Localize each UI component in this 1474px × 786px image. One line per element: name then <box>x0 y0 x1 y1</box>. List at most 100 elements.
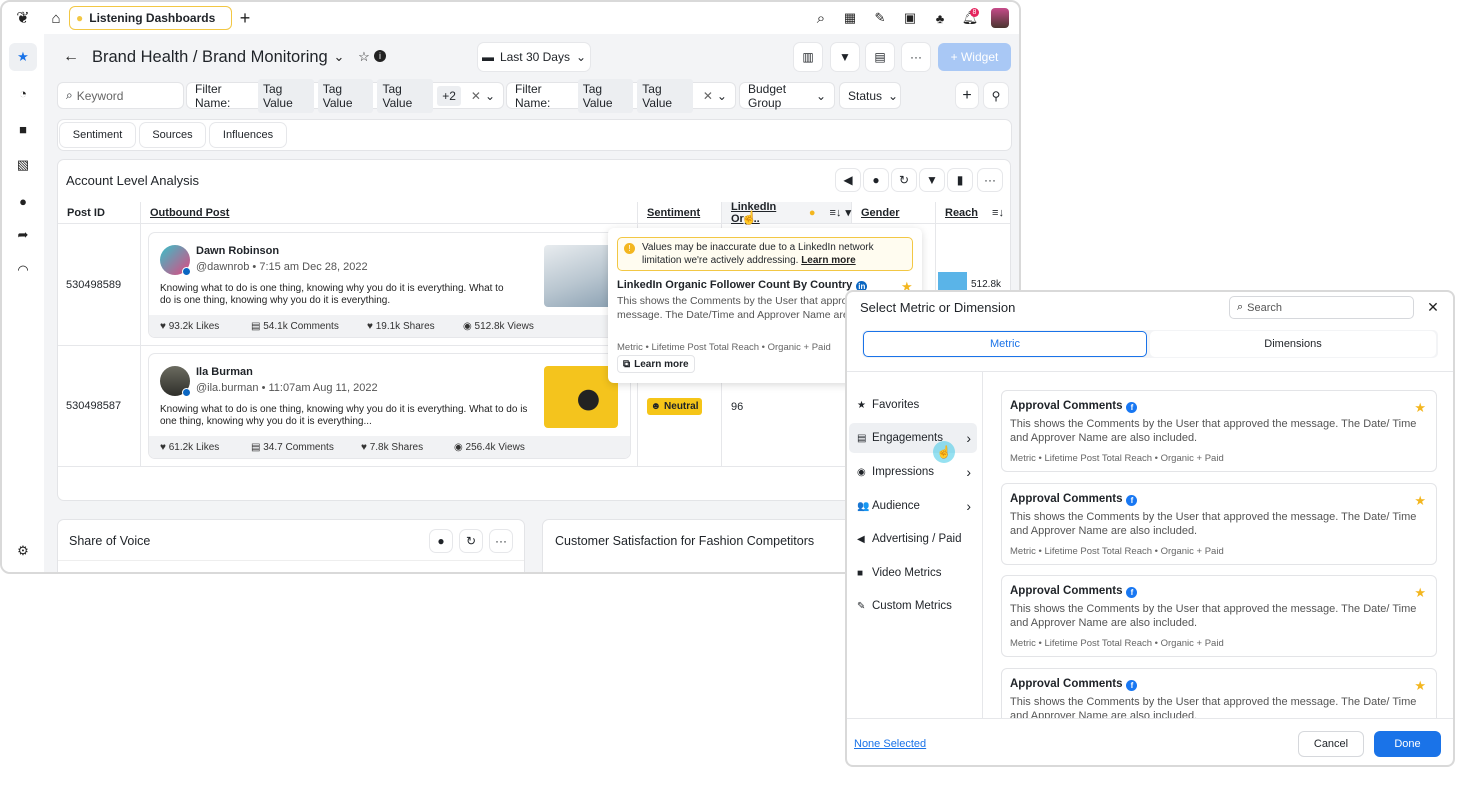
tab-sources[interactable]: Sources <box>140 123 205 147</box>
search-icon[interactable]: ⌕ <box>811 8 831 28</box>
more-options-button[interactable]: ··· <box>902 43 930 71</box>
modal-search-input[interactable]: ⌕ Search <box>1229 296 1414 319</box>
warning-learn-more-link[interactable]: Learn more <box>801 255 855 266</box>
warning-icon: ! <box>624 243 635 254</box>
filter-chip: Tag Value <box>317 78 374 113</box>
filter-more-chip: +2 <box>437 85 461 106</box>
shares-stat: ♥ 19.1k Shares <box>367 320 435 332</box>
tabs-bar: Sentiment Sources Influences <box>58 120 1011 150</box>
tab-metric[interactable]: Metric <box>863 331 1147 357</box>
megaphone-icon[interactable]: ◀ <box>836 169 860 191</box>
back-arrow-icon[interactable]: ← <box>62 47 80 67</box>
metric-card[interactable]: Approval Comments f ★ This shows the Commen… <box>1001 667 1437 718</box>
refresh-icon[interactable]: ↻ <box>892 169 916 191</box>
facebook-icon: f <box>1126 402 1138 413</box>
caret-down-icon[interactable]: ▾ <box>845 206 851 219</box>
comment-button[interactable]: ▤ <box>866 43 894 71</box>
title-chevron-down-icon[interactable]: ⌄ <box>332 48 346 66</box>
sidebar-gauge-icon[interactable]: ◠ <box>9 258 37 282</box>
clear-icon[interactable]: ✕ <box>703 89 713 103</box>
tab-dimensions[interactable]: Dimensions <box>1150 331 1436 357</box>
add-tab-icon[interactable]: + <box>235 7 255 29</box>
metric-card[interactable]: Approval Comments f ★ This shows the Commen… <box>1001 575 1437 657</box>
sidebar-timer-icon[interactable]: ◔ <box>9 81 37 105</box>
insight-bulb-icon[interactable]: ● <box>864 169 888 191</box>
metric-title-text: Approval Comments <box>1010 400 1123 412</box>
likes-stat: ♥ 93.2k Likes <box>160 320 220 332</box>
none-selected-link[interactable]: None Selected <box>854 738 926 750</box>
sidebar-star-icon[interactable]: ★ <box>9 43 37 71</box>
filter-button[interactable]: ▼ <box>831 43 859 71</box>
metric-title: Approval Comments f <box>1010 678 1428 691</box>
metric-description: This shows the Comments by the User that… <box>1010 603 1417 629</box>
divider <box>847 718 1453 719</box>
apps-grid-icon[interactable]: ▦ <box>840 8 860 28</box>
close-icon[interactable]: ✕ <box>1424 298 1442 316</box>
status-label: Status <box>848 88 883 103</box>
column-label: Outbound Post <box>150 206 230 219</box>
tab-label: Listening Dashboards <box>89 11 216 25</box>
filter-1[interactable]: Filter Name: Tag Value Tag Value Tag Value… <box>187 78 503 113</box>
column-sentiment[interactable]: Sentiment <box>638 202 722 224</box>
cancel-button[interactable]: Cancel <box>1298 731 1364 757</box>
sort-icon[interactable]: ≡↓ <box>830 207 842 219</box>
metric-title: Approval Comments f <box>1010 400 1428 413</box>
tooltip-title: LinkedIn Organic Follower Count By Count… <box>617 279 868 292</box>
favorite-star-icon[interactable]: ★ <box>1414 400 1426 416</box>
tab-sentiment[interactable]: Sentiment <box>60 123 135 147</box>
post-text: Knowing what to do is one thing, knowing… <box>160 283 504 306</box>
chevron-down-icon[interactable]: ⌄ <box>485 89 495 103</box>
metric-title: Approval Comments f <box>1010 493 1428 506</box>
clear-icon[interactable]: ✕ <box>471 89 481 103</box>
more-icon[interactable]: ··· <box>978 169 1002 191</box>
favorite-star-icon[interactable]: ★ <box>1414 678 1426 694</box>
home-icon[interactable]: ⌂ <box>46 8 66 28</box>
done-button[interactable]: Done <box>1374 731 1441 757</box>
chart-type-icon[interactable]: ▮ <box>948 169 972 191</box>
add-widget-button[interactable]: + Widget <box>938 43 1011 71</box>
post-image <box>544 245 618 307</box>
filter-2[interactable]: Filter Name: Tag Value Tag Value ✕ ⌄ <box>507 78 735 113</box>
facebook-icon: f <box>1126 679 1138 691</box>
column-outbound-post[interactable]: Outbound Post <box>141 202 638 224</box>
team-icon[interactable]: ♣ <box>930 8 950 28</box>
layout-button[interactable]: ▥ <box>794 43 822 71</box>
add-filter-button[interactable]: + <box>956 83 978 108</box>
sidebar-user-icon[interactable]: ● <box>9 189 37 213</box>
favorite-star-icon[interactable]: ★ <box>1414 493 1426 509</box>
keyword-search-input[interactable]: ⌕ Keyword <box>58 83 183 108</box>
favorite-star-icon[interactable]: ★ <box>1414 585 1426 601</box>
date-range-button[interactable]: ▬ Last 30 Days ⌄ <box>478 43 590 71</box>
facebook-icon: f <box>1126 494 1138 506</box>
sidebar-folder-icon[interactable]: ■ <box>9 117 37 141</box>
status-dropdown[interactable]: Status ⌄ <box>840 83 900 108</box>
sidebar-chart-icon[interactable]: ▧ <box>9 153 37 177</box>
chevron-down-icon[interactable]: ⌄ <box>717 89 727 103</box>
info-icon[interactable]: i <box>374 50 386 62</box>
post-card[interactable]: Dawn Robinson @dawnrob • 7:15 am Dec 28,… <box>149 233 630 337</box>
budget-group-dropdown[interactable]: Budget Group ⌄ <box>740 82 834 110</box>
tab-influences[interactable]: Influences <box>210 123 286 147</box>
clean-filter-button[interactable]: ⚲ <box>984 83 1008 108</box>
column-post-id[interactable]: Post ID <box>58 202 141 224</box>
calendar-icon[interactable]: ▣ <box>900 8 920 28</box>
column-label: Post ID <box>67 206 105 219</box>
metric-card[interactable]: Approval Comments f ★ This shows the Commen… <box>1001 390 1437 472</box>
avatar[interactable] <box>991 8 1009 28</box>
favorite-star-icon[interactable]: ☆ <box>357 48 371 66</box>
metric-card[interactable]: Approval Comments f ★ This shows the Commen… <box>1001 482 1437 565</box>
metric-description: This shows the Comments by the User that… <box>1010 418 1417 444</box>
hand-cursor-icon: ☝ <box>741 210 758 225</box>
tooltip-learn-more-button[interactable]: ⧉ Learn more <box>617 355 695 373</box>
sort-icon[interactable]: ≡↓ <box>992 207 1004 219</box>
tab-listening-dashboards[interactable]: ● Listening Dashboards <box>69 6 232 30</box>
column-label: Sentiment <box>647 206 701 219</box>
chevron-down-icon: ⌄ <box>815 88 826 103</box>
filter-icon[interactable]: ▼ <box>920 169 944 191</box>
compose-icon[interactable]: ✎ <box>870 8 890 28</box>
metric-meta: Metric • Lifetime Post Total Reach • Org… <box>1010 453 1224 464</box>
post-stats: ♥ 93.2k Likes ▤ 54.1k Comments ♥ 19.1k S… <box>149 315 630 337</box>
column-reach[interactable]: Reach ≡↓ <box>936 202 1010 224</box>
column-gender[interactable]: Gender <box>852 202 936 224</box>
sidebar-share-icon[interactable]: ➦ <box>9 223 37 247</box>
